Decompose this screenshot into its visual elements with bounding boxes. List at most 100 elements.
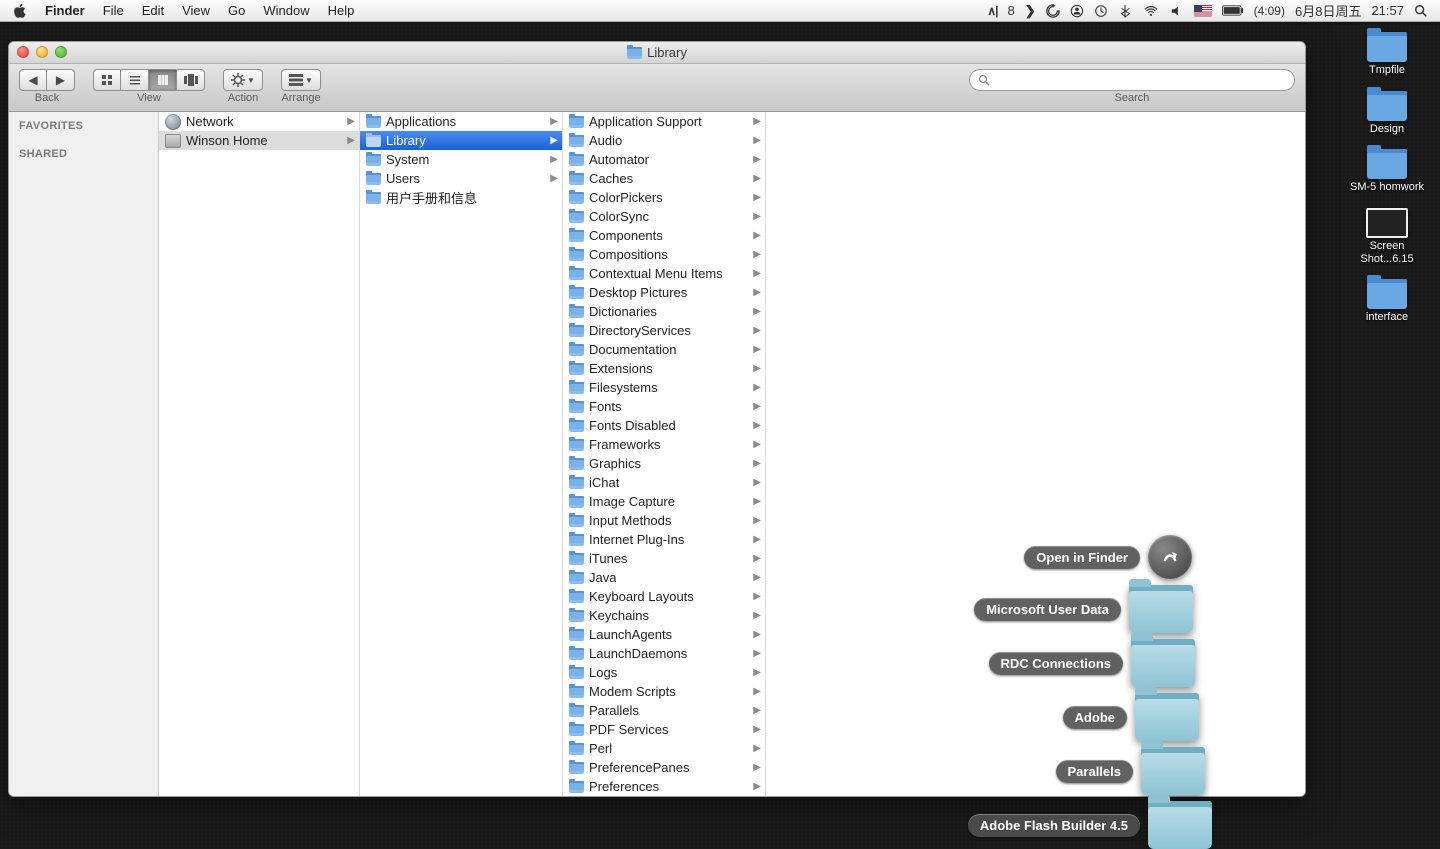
col2-row[interactable]: Internet Plug-Ins▶ bbox=[563, 530, 765, 549]
col1-row[interactable]: 用户手册和信息 bbox=[360, 188, 562, 207]
desktop-icon[interactable]: interface bbox=[1342, 279, 1432, 324]
back-button[interactable]: ◀ bbox=[19, 69, 47, 91]
desktop-icon[interactable]: SM-5 homwork bbox=[1342, 149, 1432, 194]
menu-view[interactable]: View bbox=[173, 3, 219, 18]
col2-row[interactable]: LaunchAgents▶ bbox=[563, 625, 765, 644]
folder-icon bbox=[569, 211, 584, 223]
desktop-icon[interactable]: Tmpfile bbox=[1342, 32, 1432, 77]
col2-row[interactable]: Frameworks▶ bbox=[563, 435, 765, 454]
menubar-app-name[interactable]: Finder bbox=[36, 3, 94, 18]
col2-row[interactable]: PreferencePanes▶ bbox=[563, 758, 765, 777]
col2-row[interactable]: LaunchDaemons▶ bbox=[563, 644, 765, 663]
menu-go[interactable]: Go bbox=[219, 3, 254, 18]
menu-help[interactable]: Help bbox=[319, 3, 364, 18]
window-close-button[interactable] bbox=[17, 46, 29, 58]
col0-row[interactable]: Winson Home▶ bbox=[159, 131, 359, 150]
menubar[interactable]: Finder File Edit View Go Window Help ∧| … bbox=[0, 0, 1440, 22]
col2-row[interactable]: DirectoryServices▶ bbox=[563, 321, 765, 340]
col1-row[interactable]: Library▶ bbox=[360, 131, 562, 150]
battery-icon[interactable] bbox=[1222, 5, 1244, 16]
col2-row[interactable]: Perl▶ bbox=[563, 739, 765, 758]
stack-item[interactable]: Parallels bbox=[1056, 747, 1206, 795]
menulet-arrow-icon[interactable]: ❯ bbox=[1025, 3, 1036, 19]
col2-row[interactable]: Keyboard Layouts▶ bbox=[563, 587, 765, 606]
titlebar[interactable]: Library bbox=[9, 42, 1305, 64]
menubar-date[interactable]: 6月8日周五 bbox=[1295, 1, 1361, 20]
user-icon[interactable] bbox=[1070, 4, 1084, 18]
sidebar-favorites-header[interactable]: FAVORITES bbox=[9, 116, 158, 136]
col2-row[interactable]: Components▶ bbox=[563, 226, 765, 245]
col1-row[interactable]: Users▶ bbox=[360, 169, 562, 188]
bluetooth-icon[interactable] bbox=[1118, 4, 1132, 18]
col2-row[interactable]: Keychains▶ bbox=[563, 606, 765, 625]
timemachine-icon[interactable] bbox=[1094, 4, 1108, 18]
col2-row[interactable]: Fonts Disabled▶ bbox=[563, 416, 765, 435]
menu-edit[interactable]: Edit bbox=[133, 3, 173, 18]
col2-row[interactable]: Preferences▶ bbox=[563, 777, 765, 796]
col2-row[interactable]: Documentation▶ bbox=[563, 340, 765, 359]
spotlight-icon[interactable] bbox=[1414, 4, 1428, 18]
column-0[interactable]: Network▶Winson Home▶ bbox=[159, 112, 360, 796]
chevron-right-icon: ▶ bbox=[550, 173, 558, 184]
col2-row[interactable]: Graphics▶ bbox=[563, 454, 765, 473]
col2-row[interactable]: Extensions▶ bbox=[563, 359, 765, 378]
col2-row[interactable]: Application Support▶ bbox=[563, 112, 765, 131]
stack-item[interactable]: Adobe Flash Builder 4.5 bbox=[968, 801, 1212, 849]
wifi-icon[interactable] bbox=[1142, 4, 1160, 18]
volume-icon[interactable] bbox=[1170, 4, 1184, 18]
search-field[interactable] bbox=[969, 69, 1295, 91]
sidebar-shared-header[interactable]: SHARED bbox=[9, 144, 158, 164]
col2-row[interactable]: Parallels▶ bbox=[563, 701, 765, 720]
col2-row[interactable]: Caches▶ bbox=[563, 169, 765, 188]
forward-button[interactable]: ▶ bbox=[47, 69, 75, 91]
col2-row[interactable]: Modem Scripts▶ bbox=[563, 682, 765, 701]
adobe-menulet-icon[interactable]: ∧| bbox=[987, 4, 997, 18]
stack-item[interactable]: Adobe bbox=[1063, 693, 1199, 741]
chevron-right-icon: ▶ bbox=[753, 287, 761, 298]
menubar-time[interactable]: 21:57 bbox=[1371, 3, 1404, 18]
column-1[interactable]: Applications▶Library▶System▶Users▶用户手册和信… bbox=[360, 112, 563, 796]
col2-row[interactable]: Contextual Menu Items▶ bbox=[563, 264, 765, 283]
view-icons-button[interactable] bbox=[93, 69, 121, 91]
col2-row[interactable]: iTunes▶ bbox=[563, 549, 765, 568]
col2-row[interactable]: PDF Services▶ bbox=[563, 720, 765, 739]
col2-row[interactable]: Audio▶ bbox=[563, 131, 765, 150]
stack-item-label: Adobe bbox=[1063, 706, 1127, 729]
col2-row[interactable]: Automator▶ bbox=[563, 150, 765, 169]
col2-row[interactable]: Compositions▶ bbox=[563, 245, 765, 264]
view-columns-button[interactable] bbox=[149, 69, 177, 91]
col2-row[interactable]: Java▶ bbox=[563, 568, 765, 587]
menu-file[interactable]: File bbox=[94, 3, 133, 18]
stack-item[interactable]: RDC Connections bbox=[989, 639, 1196, 687]
apple-menu-icon[interactable] bbox=[12, 3, 26, 19]
col2-row[interactable]: Desktop Pictures▶ bbox=[563, 283, 765, 302]
col2-row[interactable]: ColorPickers▶ bbox=[563, 188, 765, 207]
col2-row[interactable]: Fonts▶ bbox=[563, 397, 765, 416]
stack-item[interactable]: Open in Finder bbox=[1024, 535, 1192, 579]
window-minimize-button[interactable] bbox=[36, 46, 48, 58]
col2-row[interactable]: Dictionaries▶ bbox=[563, 302, 765, 321]
col2-row[interactable]: Logs▶ bbox=[563, 663, 765, 682]
action-button[interactable]: ▼ bbox=[223, 69, 263, 91]
col2-row[interactable]: iChat▶ bbox=[563, 473, 765, 492]
sync-icon[interactable] bbox=[1046, 4, 1060, 18]
desktop-icon[interactable]: Design bbox=[1342, 91, 1432, 136]
col0-row[interactable]: Network▶ bbox=[159, 112, 359, 131]
row-label: Parallels bbox=[589, 703, 639, 718]
chevron-right-icon: ▶ bbox=[347, 135, 355, 146]
view-coverflow-button[interactable] bbox=[177, 69, 205, 91]
menu-window[interactable]: Window bbox=[254, 3, 318, 18]
window-zoom-button[interactable] bbox=[55, 46, 67, 58]
col2-row[interactable]: ColorSync▶ bbox=[563, 207, 765, 226]
desktop-icon[interactable]: Screen Shot...6.15 bbox=[1342, 208, 1432, 265]
col2-row[interactable]: Input Methods▶ bbox=[563, 511, 765, 530]
col2-row[interactable]: Filesystems▶ bbox=[563, 378, 765, 397]
arrange-button[interactable]: ▼ bbox=[281, 69, 321, 91]
stack-item[interactable]: Microsoft User Data bbox=[974, 585, 1193, 633]
col1-row[interactable]: Applications▶ bbox=[360, 112, 562, 131]
col1-row[interactable]: System▶ bbox=[360, 150, 562, 169]
column-2[interactable]: Application Support▶Audio▶Automator▶Cach… bbox=[563, 112, 766, 796]
col2-row[interactable]: Image Capture▶ bbox=[563, 492, 765, 511]
input-source-flag-icon[interactable] bbox=[1194, 5, 1212, 17]
view-list-button[interactable] bbox=[121, 69, 149, 91]
